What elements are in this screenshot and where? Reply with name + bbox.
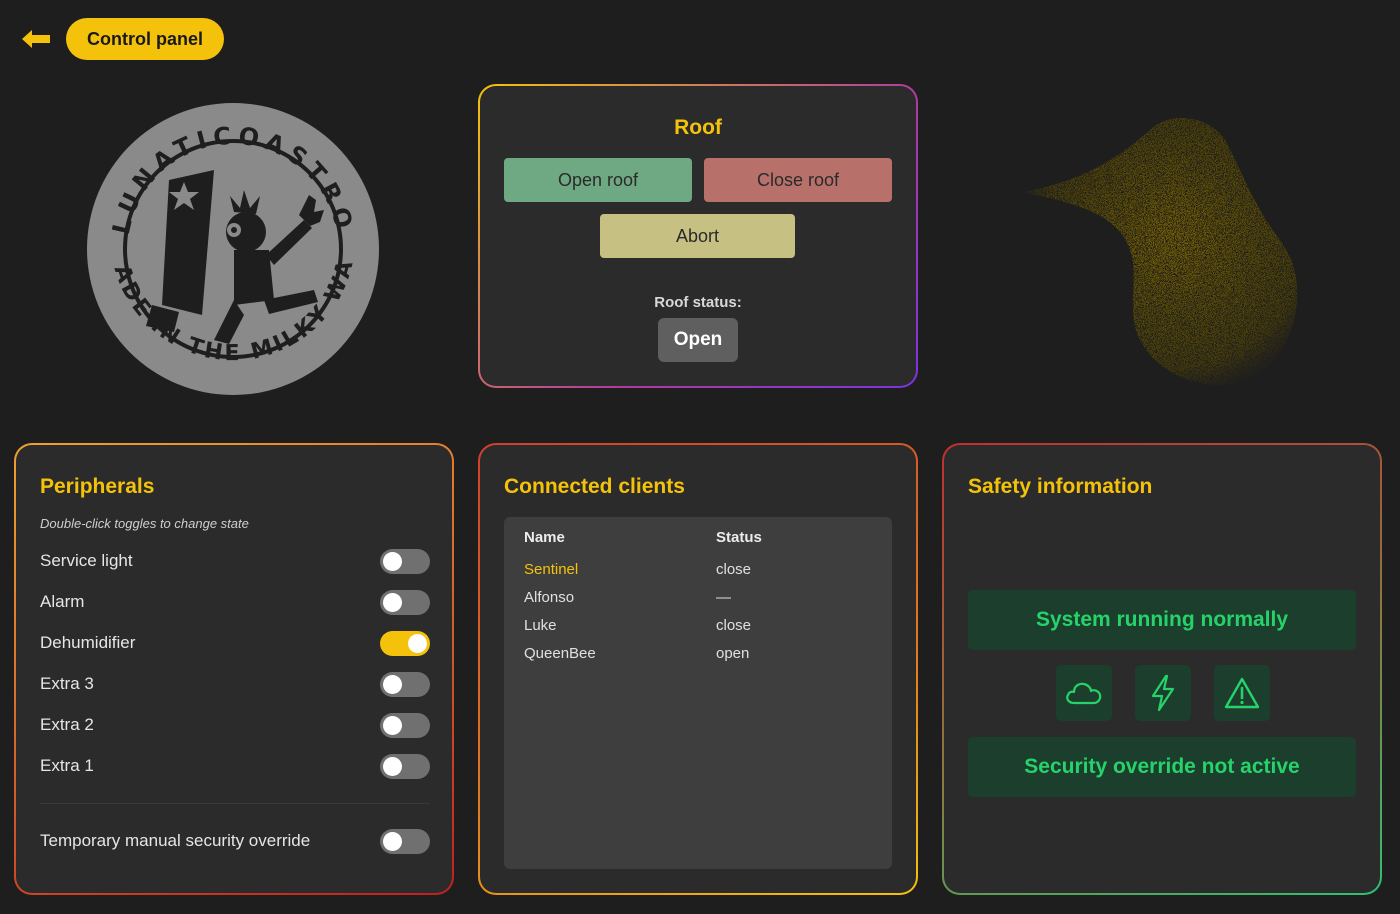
weather-status-tile	[1056, 665, 1112, 721]
peripherals-hint: Double-click toggles to change state	[40, 516, 249, 531]
roof-card: Roof Open roof Close roof Abort Roof sta…	[478, 84, 918, 388]
peripheral-row-extra-2: Extra 2	[40, 710, 430, 740]
client-status: close	[716, 561, 752, 578]
peripheral-row-alarm: Alarm	[40, 587, 430, 617]
abort-button[interactable]: Abort	[600, 214, 795, 258]
table-row[interactable]: Sentinel close	[524, 561, 874, 578]
client-name: Luke	[524, 617, 557, 634]
toggle-knob	[383, 592, 402, 612]
lightning-icon	[1151, 674, 1175, 712]
alarm-toggle[interactable]	[380, 589, 430, 615]
peripheral-label: Extra 2	[40, 715, 94, 734]
peripheral-label: Alarm	[40, 592, 85, 611]
table-row[interactable]: Luke close	[524, 617, 874, 634]
peripheral-row-service-light: Service light	[40, 546, 430, 576]
safety-card: Safety information System running normal…	[942, 443, 1382, 895]
toggle-knob	[383, 831, 402, 851]
client-name: Alfonso	[524, 589, 575, 606]
close-roof-button[interactable]: Close roof	[704, 158, 892, 202]
client-status: —	[716, 589, 731, 606]
peripheral-label: Dehumidifier	[40, 633, 136, 652]
arrow-left-icon	[22, 30, 50, 48]
client-name: Sentinel	[524, 561, 579, 578]
toggle-knob	[383, 674, 402, 694]
bird-graphic	[1022, 117, 1298, 386]
safety-title: Safety information	[968, 475, 1153, 498]
peripheral-row-dehumidifier: Dehumidifier	[40, 628, 430, 658]
extra-3-toggle[interactable]	[380, 671, 430, 697]
table-row[interactable]: Alfonso —	[524, 589, 874, 606]
cloud-icon	[1066, 682, 1102, 705]
client-status: close	[716, 617, 752, 634]
roof-title: Roof	[674, 116, 722, 139]
page-title: Control panel	[66, 18, 224, 60]
security-override-toggle[interactable]	[380, 828, 430, 854]
alert-status-tile	[1214, 665, 1270, 721]
toggle-knob	[383, 756, 402, 776]
extra-2-toggle[interactable]	[380, 712, 430, 738]
roof-status-label: Roof status:	[654, 294, 742, 311]
warning-icon	[1224, 677, 1260, 709]
divider	[40, 803, 430, 804]
table-header: Name Status	[524, 529, 874, 546]
peripheral-label: Service light	[40, 551, 133, 570]
peripheral-label: Extra 3	[40, 674, 94, 693]
roof-status-badge: Open	[658, 318, 738, 362]
clients-card: Connected clients Name Status Sentinel c…	[478, 443, 918, 895]
override-status-banner: Security override not active	[968, 737, 1356, 797]
open-roof-button[interactable]: Open roof	[504, 158, 692, 202]
peripheral-label: Temporary manual security override	[40, 831, 311, 850]
extra-1-toggle[interactable]	[380, 753, 430, 779]
peripheral-label: Extra 1	[40, 756, 94, 775]
clients-title: Connected clients	[504, 475, 685, 498]
peripheral-row-extra-3: Extra 3	[40, 669, 430, 699]
service-light-toggle[interactable]	[380, 548, 430, 574]
clients-table: Name Status Sentinel close Alfonso — Luk…	[504, 517, 892, 869]
toggle-knob	[408, 633, 427, 653]
system-status-banner: System running normally	[968, 590, 1356, 650]
peripherals-title: Peripherals	[40, 475, 155, 498]
peripheral-row-security-override: Temporary manual security override	[40, 826, 430, 856]
toggle-knob	[383, 715, 402, 735]
back-button[interactable]	[18, 26, 54, 52]
peripheral-row-extra-1: Extra 1	[40, 751, 430, 781]
toggle-knob	[383, 551, 402, 571]
client-status: open	[716, 645, 750, 662]
client-name: QueenBee	[524, 645, 596, 662]
dehumidifier-toggle[interactable]	[380, 630, 430, 656]
column-header-name: Name	[524, 529, 565, 546]
control-panel-page: Control panel LUNATICOASTRO MADE IN THE …	[0, 0, 1400, 914]
lunaticoastro-logo: LUNATICOASTRO MADE IN THE MILKY WAY	[84, 100, 379, 395]
peripherals-card: Peripherals Double-click toggles to chan…	[14, 443, 454, 895]
power-status-tile	[1135, 665, 1191, 721]
column-header-status: Status	[716, 529, 762, 546]
table-row[interactable]: QueenBee open	[524, 645, 874, 662]
